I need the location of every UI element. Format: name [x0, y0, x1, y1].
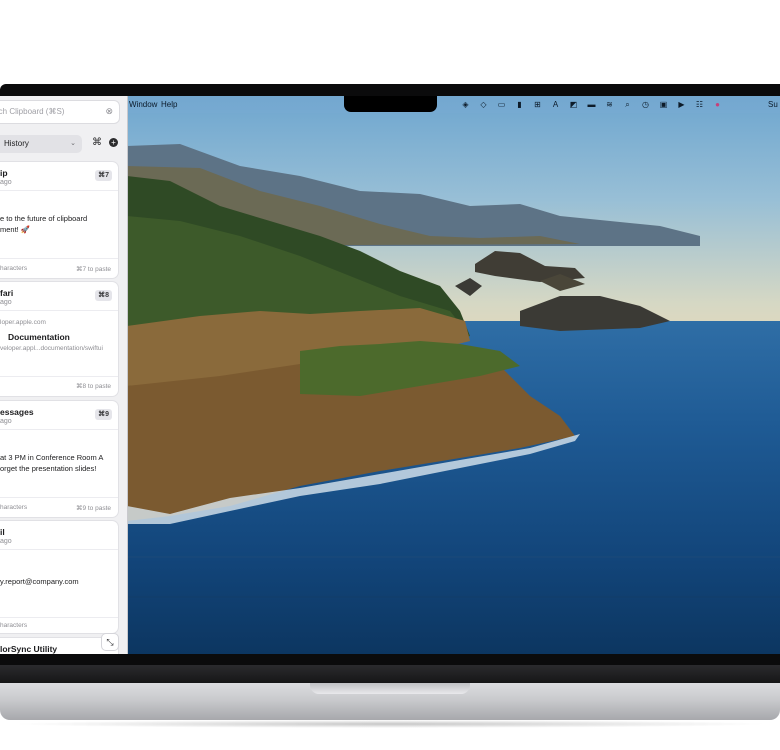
layers-icon[interactable]: ◇ [479, 100, 488, 109]
clip-card[interactable]: il ago y.report@company.com haracters [0, 521, 118, 633]
divider [0, 617, 118, 618]
clip-source: il [0, 527, 5, 537]
control-center-icon[interactable]: ☷ [695, 100, 704, 109]
chevron-down-icon: ⌄ [70, 140, 76, 147]
bookmark-icon[interactable]: ▮ [515, 100, 524, 109]
clip-source: lorSync Utility [0, 644, 58, 654]
clip-text-line: e to the future of clipboard [0, 214, 88, 223]
history-icon[interactable]: ◷ [641, 100, 650, 109]
clip-char-count: haracters [0, 622, 28, 629]
clip-card[interactable]: fari ago ⌘8 loper.apple.com Documentatio… [0, 282, 118, 396]
clip-shortcut-badge: ⌘7 [95, 170, 112, 181]
shortcut-icon[interactable]: ◩ [569, 100, 578, 109]
divider [0, 258, 118, 259]
clip-time: ago [0, 418, 12, 425]
grid-icon[interactable]: ⊞ [533, 100, 542, 109]
camera-notch [344, 96, 437, 112]
clip-char-count: haracters [0, 265, 28, 272]
clip-card[interactable]: ip ago ⌘7 e to the future of clipboard m… [0, 162, 118, 278]
clip-time: ago [0, 538, 12, 545]
siri-icon[interactable]: ● [713, 100, 722, 109]
clip-url-domain: loper.apple.com [0, 319, 46, 326]
add-icon[interactable]: + [109, 138, 118, 147]
history-filter-label: History [4, 139, 29, 148]
clip-link-title: Documentation [8, 332, 70, 342]
menu-tray: ◈ ◇ ▭ ▮ ⊞ A ◩ ▬ ≋ ⌕ ◷ ▣ ▶ ☷ ● [461, 96, 731, 113]
text-a-icon[interactable]: A [551, 100, 560, 109]
clip-text-line: y.report@company.com [0, 577, 79, 586]
clipboard-search-input[interactable]: rch Clipboard (⌘S) ⊗ [0, 100, 120, 124]
clip-paste-hint: ⌘9 to paste [75, 505, 111, 512]
divider [0, 549, 118, 550]
clip-card[interactable]: essages ago ⌘9 at 3 PM in Conference Roo… [0, 401, 118, 517]
divider [0, 190, 118, 191]
wifi-icon[interactable]: ≋ [605, 100, 614, 109]
play-icon[interactable]: ▶ [677, 100, 686, 109]
divider [0, 376, 118, 377]
clip-text-line: orget the presentation slides! [0, 464, 97, 473]
menu-window[interactable]: Window [129, 100, 157, 109]
divider [0, 310, 118, 311]
divider [0, 497, 118, 498]
clip-text-line: at 3 PM in Conference Room A [0, 453, 104, 462]
clip-source: ip [0, 168, 8, 178]
laptop-shadow [10, 720, 770, 728]
clip-time: ago [0, 299, 12, 306]
command-icon[interactable]: ⌘ [92, 137, 102, 148]
clipboard-icon[interactable]: ▣ [659, 100, 668, 109]
clip-source: fari [0, 288, 14, 298]
clipboard-panel: rch Clipboard (⌘S) ⊗ History ⌄ ⌘ + ip ag… [0, 96, 128, 654]
clip-text-line: ment! 🚀 [0, 225, 31, 234]
clip-time: ago [0, 179, 12, 186]
clip-source: essages [0, 407, 34, 417]
clip-shortcut-badge: ⌘9 [95, 409, 112, 420]
menu-status-text[interactable]: Su [768, 100, 778, 109]
clip-shortcut-badge: ⌘8 [95, 290, 112, 301]
clip-char-count: haracters [0, 504, 28, 511]
laptop-opening-notch [310, 683, 470, 694]
menu-help[interactable]: Help [161, 100, 177, 109]
search-icon[interactable]: ⌕ [623, 100, 632, 110]
fox-icon[interactable]: ◈ [461, 100, 470, 109]
expand-icon[interactable]: ⤡ [102, 634, 118, 650]
clip-paste-hint: ⌘8 to paste [75, 383, 111, 390]
divider [0, 429, 118, 430]
clip-link-url[interactable]: veloper.appl...documentation/swiftui [0, 345, 103, 352]
history-filter-select[interactable]: History ⌄ [0, 135, 82, 153]
search-placeholder: rch Clipboard (⌘S) [0, 107, 65, 116]
clip-card[interactable]: lorSync Utility [0, 638, 118, 654]
window-icon[interactable]: ▭ [497, 100, 506, 109]
clip-paste-hint: ⌘7 to paste [75, 266, 111, 273]
clear-search-icon[interactable]: ⊗ [105, 106, 113, 117]
battery-icon[interactable]: ▬ [587, 100, 596, 109]
